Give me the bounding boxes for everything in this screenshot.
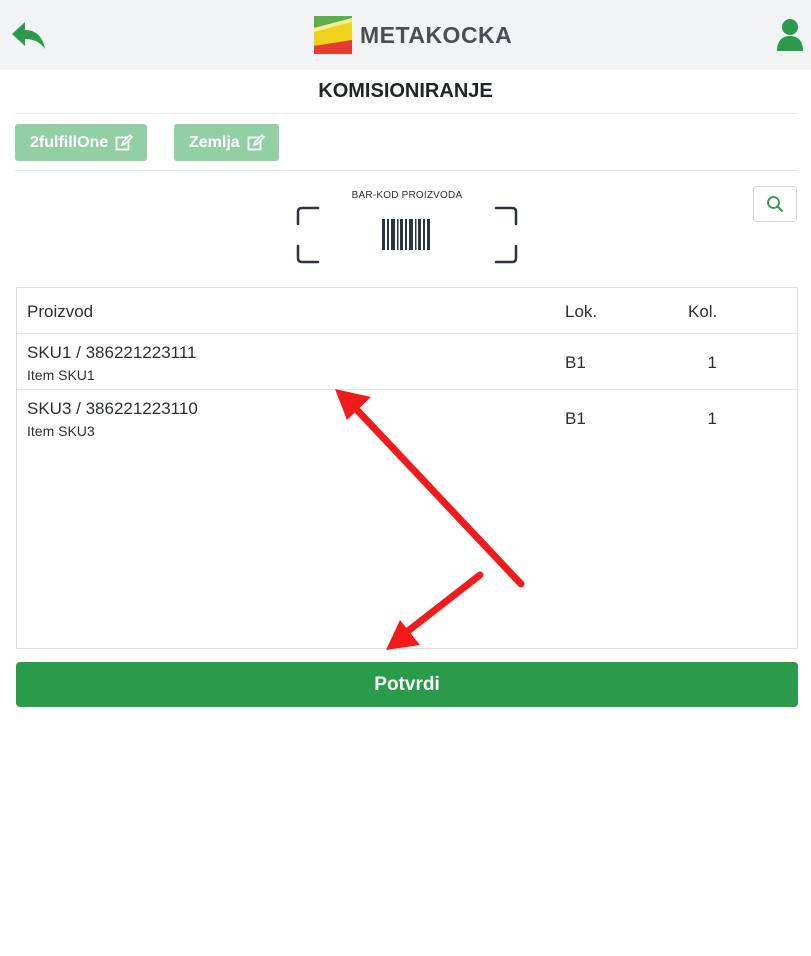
- column-header-location: Lok.: [565, 302, 598, 321]
- tag-button-fulfillment[interactable]: 2fulfillOne: [15, 124, 148, 161]
- page-title: KOMISIONIRANJE: [318, 80, 493, 102]
- search-button[interactable]: [753, 186, 797, 222]
- table-row[interactable]: SKU3 / 386221223110 Item SKU3 B1 1: [17, 389, 797, 445]
- row-item-name: Item SKU1: [27, 367, 95, 383]
- logo: METAKOCKA: [314, 16, 512, 54]
- table-row[interactable]: SKU1 / 386221223111 Item SKU1 B1 1: [17, 333, 797, 389]
- logo-cube-icon: [314, 16, 352, 54]
- row-item-name: Item SKU3: [27, 423, 95, 439]
- confirm-button[interactable]: Potvrdi: [16, 662, 798, 707]
- search-icon: [767, 196, 783, 212]
- column-header-product: Proizvod: [27, 302, 94, 321]
- divider: [15, 113, 798, 114]
- row-location: B1: [565, 409, 586, 428]
- logo-text: METAKOCKA: [360, 21, 513, 48]
- product-table: Proizvod Lok. Kol. SKU1 / 386221223111 I…: [16, 287, 798, 649]
- barcode-scan-button[interactable]: [296, 206, 518, 264]
- tag-label: Zemlja: [189, 133, 240, 151]
- row-location: B1: [565, 353, 586, 372]
- top-bar: METAKOCKA: [0, 0, 811, 70]
- divider: [15, 170, 798, 171]
- row-sku: SKU3 / 386221223110: [27, 399, 198, 418]
- row-quantity: 1: [707, 409, 717, 428]
- back-arrow-icon: [12, 22, 45, 49]
- user-button[interactable]: [775, 18, 805, 52]
- confirm-label: Potvrdi: [374, 673, 440, 695]
- tag-label: 2fulfillOne: [30, 133, 109, 151]
- user-icon: [777, 19, 803, 51]
- tag-button-country[interactable]: Zemlja: [174, 124, 279, 161]
- edit-icon: [247, 133, 265, 150]
- column-header-quantity: Kol.: [688, 302, 718, 321]
- barcode-caption: BAR-KOD PROIZVODA: [351, 190, 463, 201]
- row-sku: SKU1 / 386221223111: [27, 343, 197, 362]
- row-quantity: 1: [707, 353, 717, 372]
- edit-icon: [115, 133, 134, 150]
- barcode-scan-icon: [296, 206, 518, 264]
- back-button[interactable]: [10, 20, 48, 52]
